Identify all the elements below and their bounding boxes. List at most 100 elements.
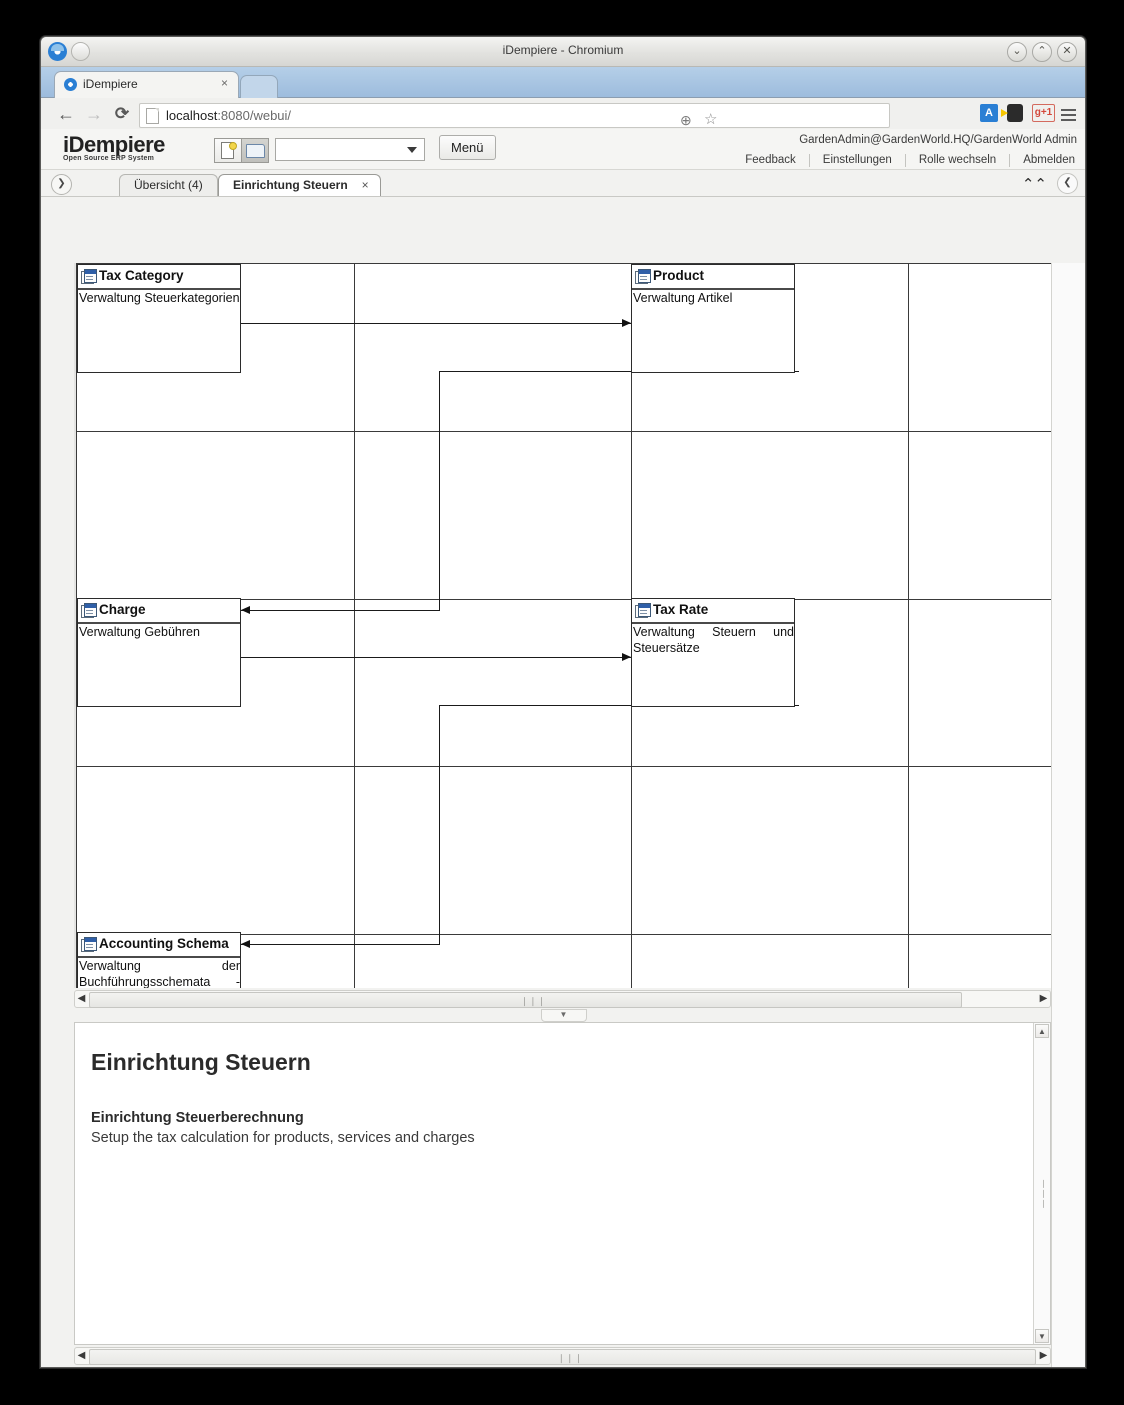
open-folder-icon[interactable]: [241, 138, 269, 163]
info-pane: Einrichtung Steuern Einrichtung Steuerbe…: [74, 1022, 1051, 1345]
node-header: Accounting Schema: [78, 933, 240, 958]
connector-line: [241, 610, 440, 611]
link-rolle-wechseln[interactable]: Rolle wechseln: [906, 154, 1009, 167]
reload-button[interactable]: ⟳: [112, 105, 132, 123]
google-plus-one-icon[interactable]: g+1: [1032, 104, 1055, 122]
connector-arrow-icon: [622, 319, 631, 327]
node-description: Verwaltung Gebühren: [79, 625, 200, 639]
link-feedback[interactable]: Feedback: [732, 154, 809, 167]
collapse-header-icon[interactable]: ⌃⌃: [1022, 175, 1047, 193]
close-button[interactable]: ✕: [1057, 42, 1077, 62]
browser-tab-close-icon[interactable]: ×: [221, 76, 228, 90]
right-rail: [1051, 263, 1085, 1367]
scroll-left-arrow-icon[interactable]: ◀: [75, 991, 88, 1007]
workflow-node-accounting-schema[interactable]: Accounting Schema Verwaltung der Buchfüh…: [77, 932, 241, 988]
back-button[interactable]: ←: [56, 105, 76, 123]
info-hscrollbar[interactable]: ◀ ❘❘❘ ▶: [74, 1347, 1051, 1365]
bookmark-star-icon[interactable]: ☆: [704, 112, 721, 129]
grid-line-h: [77, 431, 1051, 432]
chromium-window: iDempiere - Chromium ⌄ ⌃ ✕ iDempiere × ←…: [40, 36, 1086, 1368]
node-header: Product: [632, 265, 794, 290]
diagram-hscrollbar[interactable]: ◀ ❘❘❘ ▶: [74, 990, 1051, 1008]
scroll-right-arrow-icon[interactable]: ▶: [1037, 1348, 1050, 1364]
tab-label: Einrichtung Steuern: [233, 178, 348, 192]
thumb-grip-icon: ❘❘❘: [520, 996, 547, 1006]
connector-arrow-icon: [241, 940, 250, 948]
node-title: Tax Rate: [653, 602, 709, 617]
browser-menu-icon[interactable]: [1061, 106, 1076, 124]
browser-navbar: ← → ⟳ localhost:8080/webui/ ⊕ ☆ A g+1: [41, 98, 1085, 132]
window-controls: ⌄ ⌃ ✕: [1007, 42, 1077, 62]
translate-icon[interactable]: A: [980, 104, 998, 122]
node-description: Verwaltung Artikel: [633, 291, 733, 305]
tab-close-icon[interactable]: ×: [362, 178, 369, 192]
url-host: localhost: [166, 108, 218, 123]
connector-arrow-icon: [622, 653, 631, 661]
node-header: Charge: [78, 599, 240, 624]
grid-line-v: [908, 264, 909, 988]
minimize-button[interactable]: ⌄: [1007, 42, 1027, 62]
grid-line-v: [354, 264, 355, 988]
connector-line: [439, 371, 440, 611]
info-vscrollbar[interactable]: ▲ ❘❘❘ ▼: [1033, 1023, 1050, 1344]
maximize-button[interactable]: ⌃: [1032, 42, 1052, 62]
new-badge-glyph: [229, 142, 237, 150]
link-einstellungen[interactable]: Einstellungen: [810, 154, 905, 167]
window-title: iDempiere - Chromium: [502, 43, 624, 57]
scroll-up-arrow-icon[interactable]: ▲: [1035, 1024, 1049, 1038]
extension-icons: A g+1: [980, 104, 1055, 122]
tab-uebersicht[interactable]: Übersicht (4): [119, 174, 218, 196]
zoom-icon[interactable]: ⊕: [680, 112, 697, 129]
connector-line: [439, 705, 440, 945]
workflow-node-charge[interactable]: Charge Verwaltung Gebühren: [77, 598, 241, 707]
browser-tabstrip: iDempiere ×: [41, 67, 1085, 98]
menu-button[interactable]: Menü: [439, 135, 496, 160]
node-title: Product: [653, 268, 705, 283]
connector-arrow-icon: [241, 606, 250, 614]
workflow-diagram-pane[interactable]: Tax Category Verwaltung Steuerkategorien…: [74, 263, 1051, 988]
workflow-node-product[interactable]: Product Verwaltung Artikel: [631, 264, 795, 373]
hscroll-track[interactable]: ❘❘❘: [89, 992, 1036, 1008]
scroll-left-arrow-icon[interactable]: ◀: [75, 1348, 88, 1364]
splitter-collapse-icon[interactable]: ▼: [540, 1009, 587, 1022]
new-tab-button[interactable]: [240, 75, 278, 98]
tab-einrichtung-steuern[interactable]: Einrichtung Steuern ×: [218, 174, 381, 196]
forward-button[interactable]: →: [84, 105, 104, 123]
new-record-icon[interactable]: [214, 138, 242, 163]
url-text: localhost:8080/webui/: [166, 108, 291, 123]
chevron-down-icon: [407, 147, 417, 153]
node-title: Accounting Schema: [99, 936, 229, 951]
browser-tab-title: iDempiere: [83, 77, 138, 91]
info-hscroll-thumb[interactable]: ❘❘❘: [89, 1349, 1036, 1365]
expand-right-panel-icon[interactable]: ❮: [1057, 173, 1078, 194]
info-body: Setup the tax calculation for products, …: [91, 1130, 475, 1146]
send-to-phone-icon[interactable]: [1001, 104, 1023, 122]
window-icon: [81, 603, 97, 618]
brand-tagline: Open Source ERP System: [63, 155, 155, 162]
scroll-right-arrow-icon[interactable]: ▶: [1037, 991, 1050, 1007]
pane-splitter[interactable]: ▼: [74, 1009, 1051, 1022]
browser-tab[interactable]: iDempiere ×: [54, 71, 239, 98]
link-abmelden[interactable]: Abmelden: [1010, 154, 1077, 167]
workflow-node-tax-rate[interactable]: Tax Rate Verwaltung Steuern und Steuersä…: [631, 598, 795, 707]
workflow-node-tax-category[interactable]: Tax Category Verwaltung Steuerkategorien: [77, 264, 241, 373]
node-header: Tax Rate: [632, 599, 794, 624]
header-links: Feedback Einstellungen Rolle wechseln Ab…: [732, 154, 1077, 167]
page-title: Einrichtung Steuern: [91, 1049, 311, 1075]
window-search-select[interactable]: [275, 138, 425, 161]
vscroll-grip-icon: ❘❘❘: [1039, 1178, 1048, 1209]
page-info-icon[interactable]: [146, 108, 159, 124]
workflow-canvas: Tax Category Verwaltung Steuerkategorien…: [76, 263, 1051, 988]
node-title: Charge: [99, 602, 146, 617]
app-header: iDempiere Open Source ERP System Menü Ga…: [41, 129, 1085, 170]
scroll-down-arrow-icon[interactable]: ▼: [1035, 1329, 1049, 1343]
hscroll-thumb[interactable]: ❘❘❘: [89, 992, 963, 1008]
window-icon: [635, 269, 651, 284]
address-bar[interactable]: localhost:8080/webui/ ⊕ ☆: [139, 103, 890, 128]
folder-glyph: [246, 144, 265, 158]
favicon-icon: [64, 78, 77, 91]
thumb-grip-icon: ❘❘❘: [557, 1353, 584, 1363]
expand-left-panel-icon[interactable]: ❯: [51, 174, 72, 195]
node-title: Tax Category: [99, 268, 184, 283]
window-icon: [81, 937, 97, 952]
